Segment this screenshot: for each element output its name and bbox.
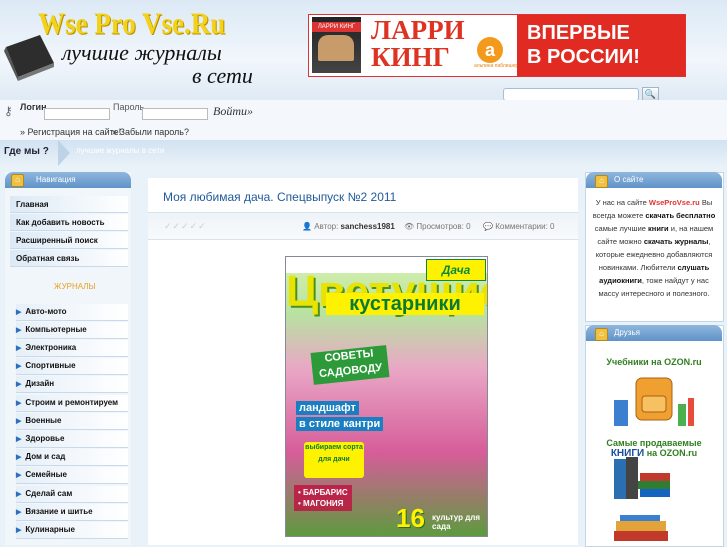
post-author: 👤 Автор: sanchess1981 (302, 222, 395, 231)
password-input[interactable] (142, 108, 208, 120)
arrow-icon: ▶ (16, 472, 22, 479)
breadcrumb-current[interactable]: лучшие журналы в сети (76, 146, 165, 155)
ad-banner-text: ВПЕРВЫЕ В РОССИИ! (517, 15, 685, 76)
nav-box-title: Навигация (36, 175, 76, 184)
login-input[interactable] (44, 108, 110, 120)
nav-item-add-news[interactable]: Как добавить новость (10, 214, 128, 231)
login-label: Логин (20, 102, 47, 112)
publisher-name: альпина паблишер (474, 63, 519, 69)
publisher-logo-icon: а (477, 37, 503, 63)
user-icon: 👤 (302, 222, 312, 231)
cover-number: 16 (396, 503, 425, 533)
arrow-icon: ▶ (16, 436, 22, 443)
arrow-icon: ▶ (16, 418, 22, 425)
cover-tag-varieties: выбираем сорта для дачи (304, 442, 364, 478)
cover-subheadline: кустарники (326, 293, 484, 315)
magazines-heading: ЖУРНАЛЫ (54, 282, 96, 291)
arrow-icon: ▶ (16, 400, 22, 407)
arrow-icon: ▶ (16, 381, 22, 388)
site-slogan-2: в сети (192, 63, 253, 88)
password-label: Пароль (113, 102, 145, 112)
magazine-category[interactable]: ▶ Дизайн (16, 376, 128, 393)
home-icon: ⌂ (595, 175, 608, 188)
friends-box-title: Друзья (614, 328, 640, 337)
cover-number-caption: культур для сада (432, 513, 481, 531)
magazine-category[interactable]: ▶ Кулинарные (16, 522, 128, 539)
books-icon (614, 515, 668, 541)
book-stack-icon (614, 457, 670, 499)
magazine-category[interactable]: ▶ Сделай сам (16, 486, 128, 503)
breadcrumb-label: Где мы ? (4, 146, 49, 157)
cover-tag-plants: • БАРБАРИС • МАГОНИЯ (294, 485, 352, 511)
magazine-category[interactable]: ▶ Электроника (16, 340, 128, 357)
magazine-category[interactable]: ▶ Компьютерные (16, 322, 128, 339)
about-text: У нас на сайте WseProVse.ru Вы всегда мо… (592, 198, 716, 298)
magazine-category[interactable]: ▶ Авто-мото (16, 304, 128, 321)
key-icon: ⚷ (4, 104, 13, 118)
school-backpack-icon (614, 377, 694, 426)
ad-book-image: ЛАРРИ КИНГ (312, 17, 361, 73)
ozon-textbooks-link[interactable]: Учебники на OZON.ru (589, 357, 719, 367)
cover-tag-landscape: ландшафт в стиле кантри (296, 400, 384, 432)
login-button[interactable]: Войти» (213, 104, 253, 119)
about-box-title: О сайте (614, 175, 644, 184)
ad-name: ЛАРРИ КИНГ (371, 15, 465, 72)
magazine-category[interactable]: ▶ Строим и ремонтируем (16, 395, 128, 412)
comment-icon: 💬 (483, 222, 493, 231)
rating-stars[interactable]: ✓✓✓✓✓ (164, 221, 207, 232)
home-icon: ⌂ (11, 174, 24, 187)
magazine-category[interactable]: ▶ Спортивные (16, 358, 128, 375)
search-icon: 🔍 (644, 89, 657, 99)
ad-banner[interactable]: ЛАРРИ КИНГ ЛАРРИ КИНГ а альпина паблишер … (308, 14, 686, 77)
register-link[interactable]: » Регистрация на сайте! (20, 127, 121, 137)
cover-tag-tips: СОВЕТЫ САДОВОДУ (310, 345, 390, 385)
magazine-category[interactable]: ▶ Военные (16, 413, 128, 430)
magazine-category[interactable]: ▶ Здоровье (16, 431, 128, 448)
arrow-icon: ▶ (16, 491, 22, 498)
magazine-category[interactable]: ▶ Вязание и шитье (16, 504, 128, 521)
site-logo[interactable]: Wse Pro Vse.Ru (38, 6, 225, 42)
forgot-password-link[interactable]: » Забыли пароль? (112, 127, 189, 137)
breadcrumb-arrow (58, 140, 70, 166)
magazine-category[interactable]: ▶ Дом и сад (16, 449, 128, 466)
nav-item-advanced-search[interactable]: Расширенный поиск (10, 232, 128, 249)
nav-item-home[interactable]: Главная (10, 196, 128, 213)
post-views: 👁 Просмотров: 0 (404, 222, 471, 231)
magazine-cover-image[interactable]: Дача Цветущие кустарники СОВЕТЫ САДОВОДУ… (285, 256, 488, 537)
arrow-icon: ▶ (16, 327, 22, 334)
post-comments[interactable]: 💬 Комментарии: 0 (483, 222, 555, 231)
eye-icon: 👁 (404, 222, 415, 231)
nav-item-feedback[interactable]: Обратная связь (10, 250, 128, 267)
arrow-icon: ▶ (16, 309, 22, 316)
arrow-icon: ▶ (16, 509, 22, 516)
home-icon: ⌂ (595, 328, 608, 341)
post-title[interactable]: Моя любимая дача. Спецвыпуск №2 2011 (163, 190, 396, 204)
arrow-icon: ▶ (16, 345, 22, 352)
arrow-icon: ▶ (16, 454, 22, 461)
arrow-icon: ▶ (16, 363, 22, 370)
magazine-category[interactable]: ▶ Семейные (16, 467, 128, 484)
arrow-icon: ▶ (16, 527, 22, 534)
